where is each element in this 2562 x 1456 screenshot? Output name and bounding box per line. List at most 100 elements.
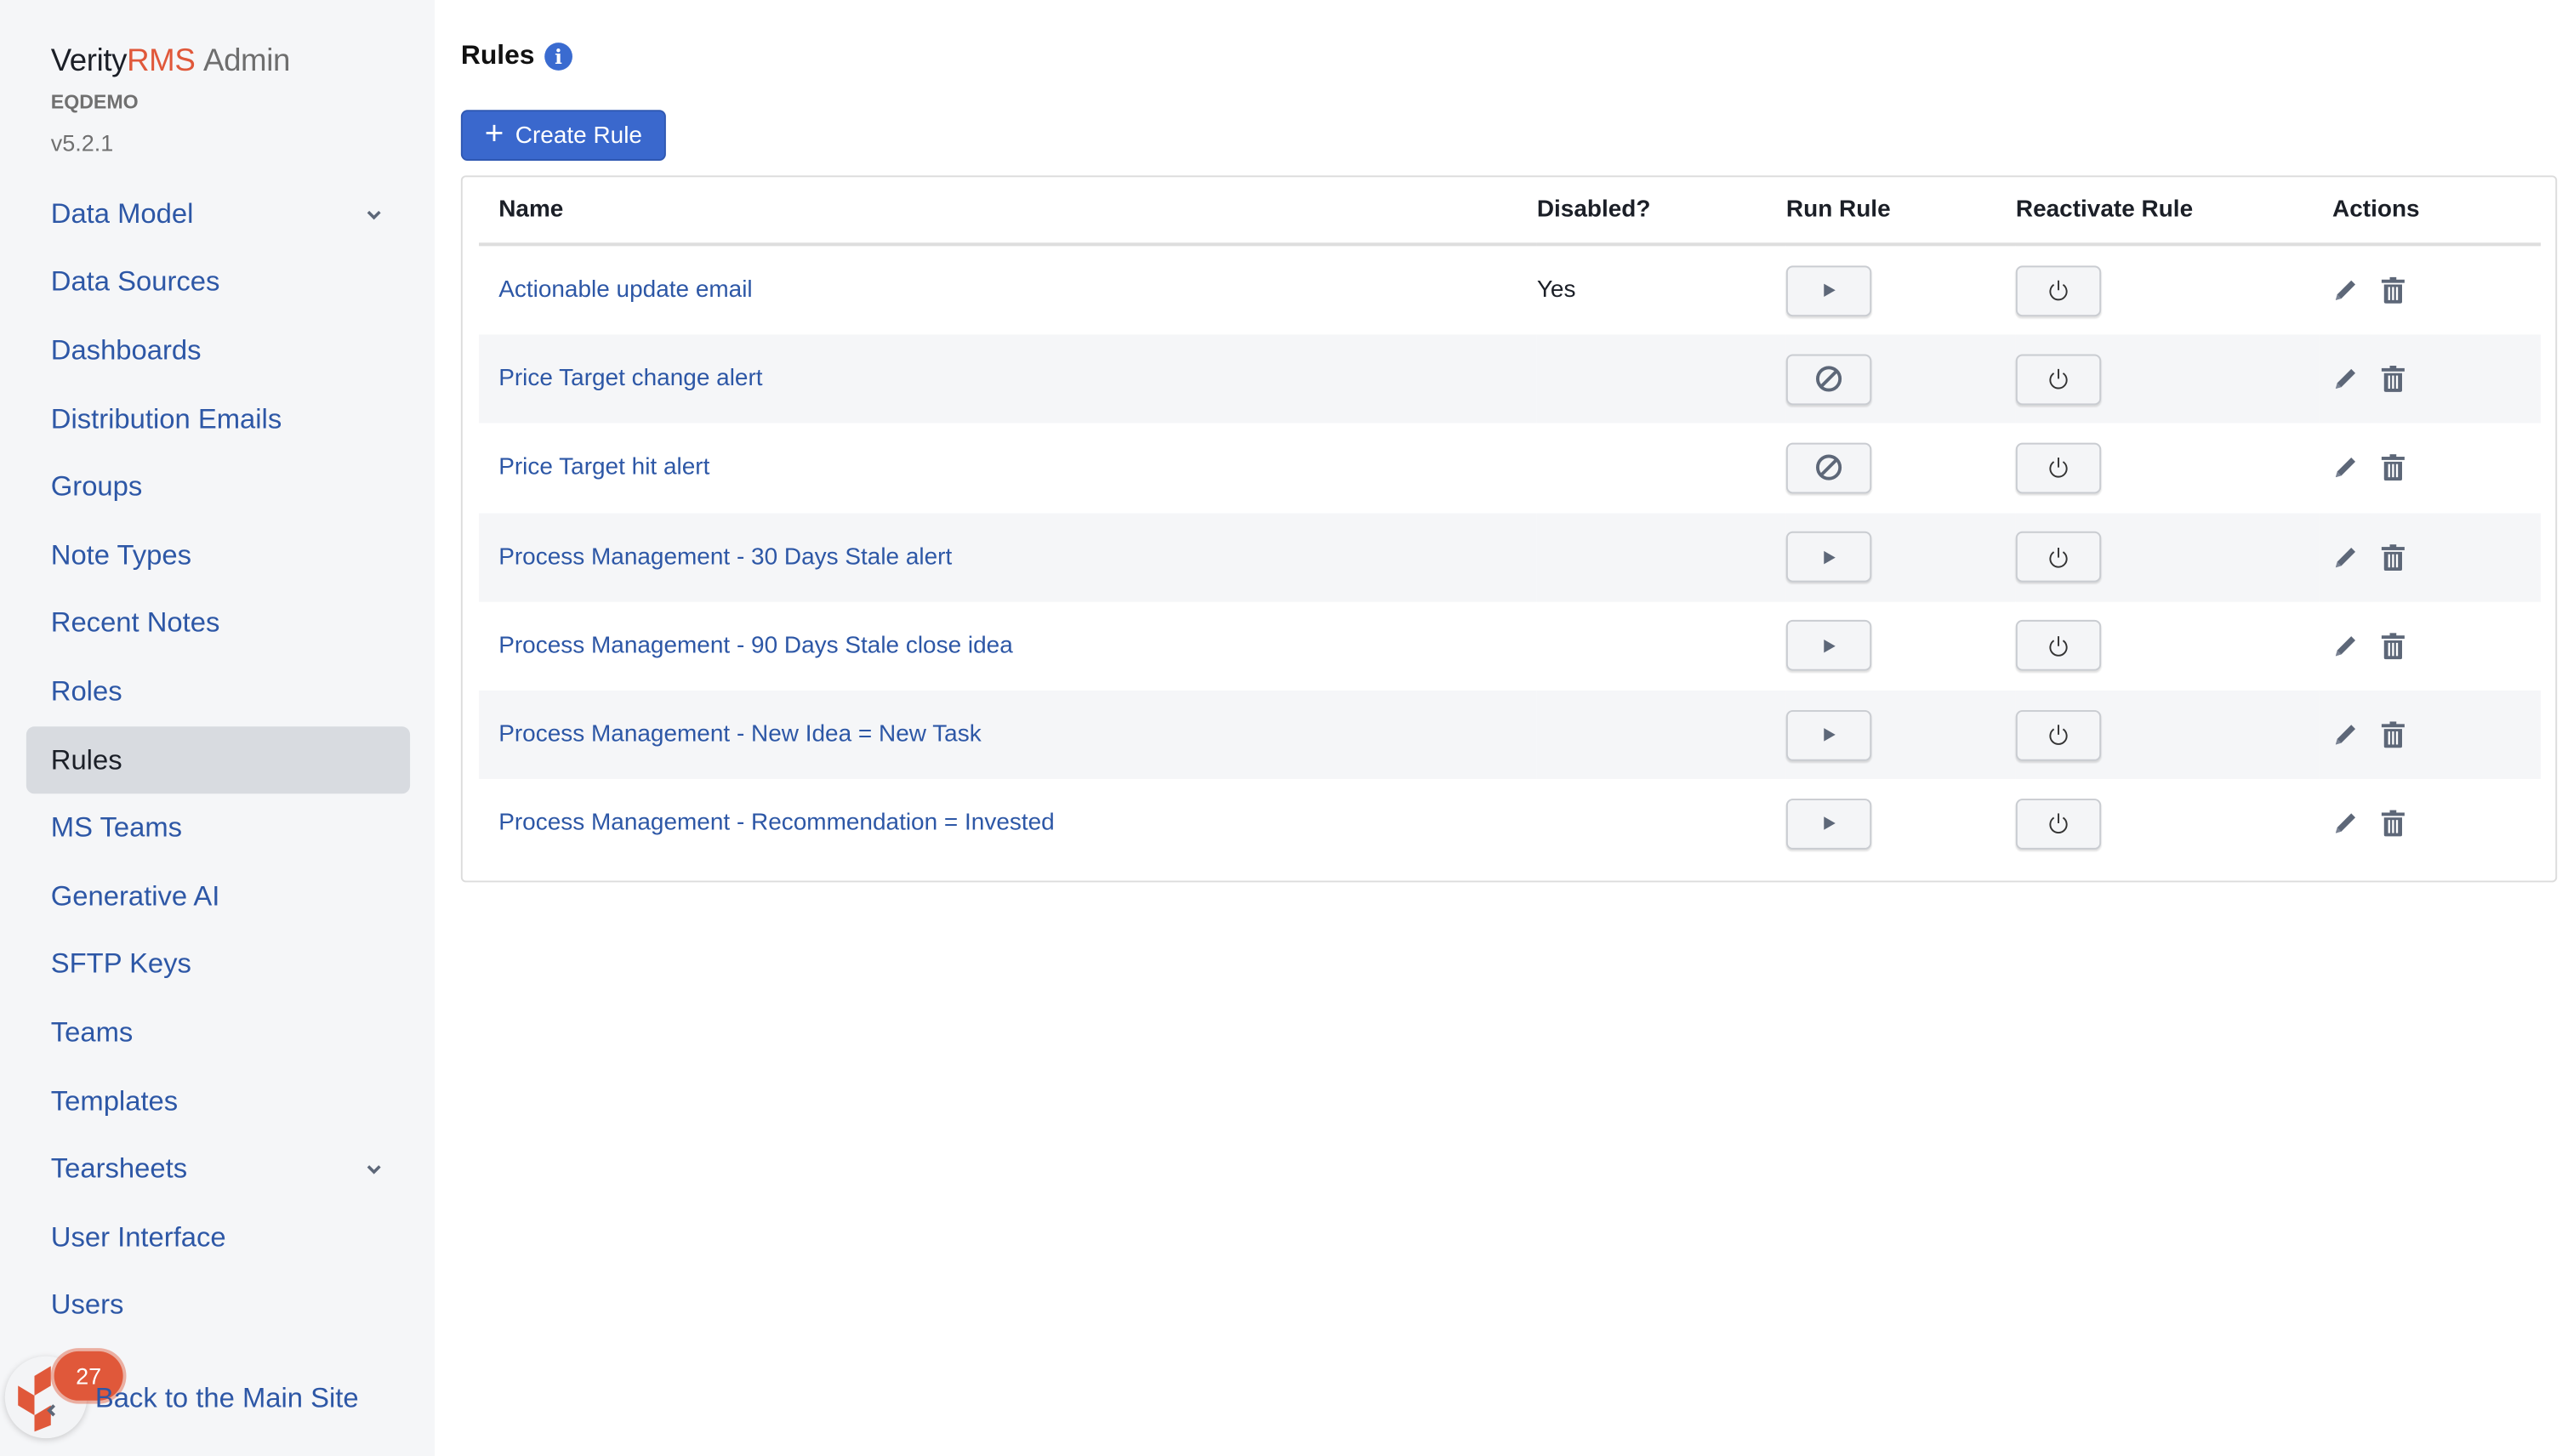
rule-name-link[interactable]: Process Management - 90 Days Stale close…	[498, 633, 1013, 659]
sidebar-item-users[interactable]: Users	[26, 1271, 410, 1339]
sidebar-item-label: Data Sources	[50, 266, 220, 298]
reactivate-rule-button[interactable]	[2015, 442, 2102, 494]
table-row: Actionable update email Yes	[479, 244, 2541, 334]
cell-disabled	[1536, 690, 1786, 780]
cell-disabled	[1537, 779, 1786, 867]
pencil-icon[interactable]	[2332, 277, 2359, 304]
cell-name: Process Management - 90 Days Stale close…	[479, 601, 1537, 690]
play-icon	[1820, 816, 1836, 832]
sidebar-item-rules[interactable]: Rules	[26, 725, 411, 794]
run-rule-button[interactable]	[1785, 532, 1872, 583]
power-icon	[2047, 545, 2070, 568]
reactivate-rule-button[interactable]	[2015, 798, 2102, 850]
table-row: Process Management - 90 Days Stale close…	[479, 601, 2541, 690]
pencil-icon[interactable]	[2332, 633, 2359, 659]
sidebar-item-note-types[interactable]: Note Types	[26, 521, 410, 589]
rule-name-link[interactable]: Process Management - Recommendation = In…	[498, 810, 1055, 837]
reactivate-rule-button[interactable]	[2015, 620, 2102, 672]
sidebar-item-label: Recent Notes	[50, 607, 220, 639]
trash-icon[interactable]	[2380, 276, 2406, 305]
table-row: Process Management - Recommendation = In…	[479, 779, 2541, 867]
sidebar-item-distribution-emails[interactable]: Distribution Emails	[26, 385, 410, 453]
cell-run-rule	[1785, 779, 2016, 867]
table-row: Process Management - New Idea = New Task	[479, 690, 2541, 780]
rule-name-link[interactable]: Process Management - New Idea = New Task	[498, 722, 982, 748]
sidebar-item-groups[interactable]: Groups	[26, 453, 410, 521]
tenant-name: EQDEMO	[50, 90, 139, 114]
run-rule-button[interactable]	[1785, 264, 1872, 316]
rule-name-link[interactable]: Price Target hit alert	[498, 455, 709, 481]
sidebar-item-label: Users	[50, 1289, 124, 1321]
trash-icon[interactable]	[2380, 809, 2406, 839]
sidebar-item-templates[interactable]: Templates	[26, 1067, 410, 1135]
trash-icon[interactable]	[2380, 453, 2406, 483]
power-icon	[2047, 279, 2070, 302]
plus-icon: +	[484, 115, 504, 152]
sidebar-item-data-model[interactable]: Data Model	[26, 180, 410, 248]
sidebar-item-dashboards[interactable]: Dashboards	[26, 317, 410, 385]
reactivate-rule-button[interactable]	[2015, 264, 2102, 316]
cell-reactivate-rule	[2015, 779, 2320, 867]
rule-name-link[interactable]: Actionable update email	[498, 277, 752, 304]
cell-name: Price Target hit alert	[479, 424, 1537, 512]
run-rule-button[interactable]	[1785, 354, 1872, 405]
run-rule-button[interactable]	[1785, 442, 1872, 494]
trash-icon[interactable]	[2380, 720, 2406, 750]
reactivate-rule-button[interactable]	[2015, 532, 2102, 583]
pencil-icon[interactable]	[2332, 722, 2359, 748]
run-rule-button[interactable]	[1785, 798, 1872, 850]
cell-reactivate-rule	[2015, 424, 2320, 512]
sidebar-item-roles[interactable]: Roles	[26, 658, 410, 726]
chevron-down-icon[interactable]	[366, 1161, 382, 1177]
header-name[interactable]: Name	[479, 177, 1537, 247]
reactivate-rule-button[interactable]	[2015, 709, 2102, 760]
reactivate-rule-button[interactable]	[2015, 354, 2102, 405]
cell-reactivate-rule	[2015, 512, 2320, 602]
ban-icon	[1814, 365, 1844, 395]
power-icon	[2047, 457, 2070, 480]
sidebar-item-recent-notes[interactable]: Recent Notes	[26, 589, 410, 657]
header-reactivate-rule: Reactivate Rule	[2015, 177, 2320, 247]
rule-name-link[interactable]: Process Management - 30 Days Stale alert	[498, 544, 952, 571]
table-row: Process Management - 30 Days Stale alert	[479, 512, 2541, 602]
run-rule-button[interactable]	[1785, 709, 1872, 760]
sidebar-item-label: Distribution Emails	[50, 402, 282, 435]
sidebar-item-generative-ai[interactable]: Generative AI	[26, 862, 410, 930]
cell-run-rule	[1785, 512, 2016, 602]
sidebar-item-label: Groups	[50, 470, 143, 503]
cell-run-rule	[1785, 334, 2016, 424]
sidebar-item-sftp-keys[interactable]: SFTP Keys	[26, 930, 410, 998]
table-row: Price Target hit alert	[479, 424, 2541, 512]
sidebar-item-ms-teams[interactable]: MS Teams	[26, 794, 410, 862]
trash-icon[interactable]	[2380, 631, 2406, 661]
sidebar-item-teams[interactable]: Teams	[26, 999, 410, 1067]
sidebar-item-tearsheets[interactable]: Tearsheets	[26, 1135, 410, 1203]
run-rule-button[interactable]	[1785, 620, 1872, 672]
sidebar-item-user-interface[interactable]: User Interface	[26, 1203, 410, 1271]
sidebar-item-label: Note Types	[50, 538, 192, 571]
pencil-icon[interactable]	[2332, 544, 2359, 571]
back-to-main-site-link[interactable]: Back to the Main Site	[95, 1383, 359, 1416]
info-icon[interactable]: i	[544, 43, 572, 71]
chevron-down-icon[interactable]	[366, 207, 382, 223]
trash-icon[interactable]	[2380, 543, 2406, 572]
play-icon	[1820, 549, 1836, 565]
table-header-row: Name Disabled? Run Rule Reactivate Rule …	[479, 177, 2541, 247]
create-rule-button[interactable]: + Create Rule	[460, 110, 666, 161]
pencil-icon[interactable]	[2332, 810, 2359, 837]
cell-run-rule	[1785, 601, 2016, 690]
brand-admin: Admin	[203, 44, 290, 79]
trash-icon[interactable]	[2380, 365, 2406, 395]
sidebar-item-data-sources[interactable]: Data Sources	[26, 248, 410, 316]
cell-name: Price Target change alert	[479, 334, 1537, 424]
play-icon	[1820, 282, 1836, 299]
cell-reactivate-rule	[2015, 601, 2320, 690]
cell-disabled	[1536, 512, 1786, 602]
cell-name: Process Management - Recommendation = In…	[479, 779, 1537, 867]
header-disabled[interactable]: Disabled?	[1536, 177, 1786, 247]
rule-name-link[interactable]: Price Target change alert	[498, 367, 762, 393]
pencil-icon[interactable]	[2332, 455, 2359, 481]
sidebar-item-label: Generative AI	[50, 879, 220, 912]
pencil-icon[interactable]	[2332, 367, 2359, 393]
app-brand: VerityRMS Admin	[51, 44, 291, 80]
